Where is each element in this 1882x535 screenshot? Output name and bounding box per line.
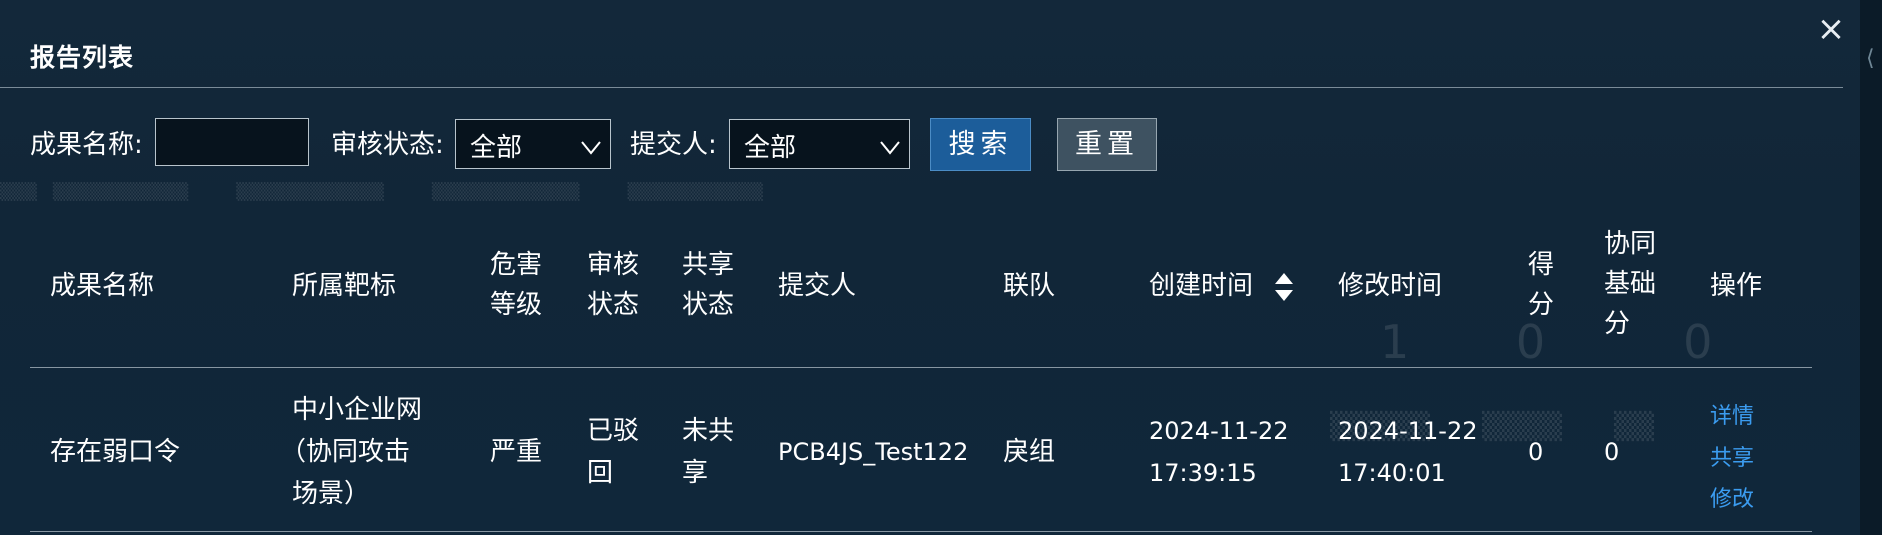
chevron-down-icon [581, 141, 601, 155]
cell-submitter: PCB4JS_Test122 [778, 438, 969, 466]
sort-icon[interactable] [1274, 271, 1294, 303]
review-status-select[interactable]: 全部 [455, 119, 611, 169]
col-header-danger-line1: 危害 [490, 250, 543, 280]
col-header-score-line2: 分 [1528, 290, 1555, 320]
review-status-value: 全部 [470, 133, 523, 163]
report-list-dialog: ⟨ ▒▒▒ ▒▒▒▒▒▒▒▒▒▒▒ ▒▒▒▒▒▒▒▒▒▒▒▒ ▒▒▒▒▒▒▒▒▒… [0, 0, 1882, 535]
col-header-base-line3: 分 [1604, 309, 1631, 339]
cell-created-date: 2024-11-22 [1149, 417, 1289, 445]
submitter-label: 提交人: [630, 130, 717, 160]
cell-danger: 严重 [490, 437, 543, 467]
close-icon[interactable]: × [1816, 12, 1846, 46]
cell-modified-time: 17:40:01 [1338, 459, 1446, 487]
cell-target-line3: 场景） [292, 479, 371, 509]
cell-modified-date: 2024-11-22 [1338, 417, 1478, 445]
col-header-actions: 操作 [1710, 271, 1763, 301]
page-scroll-edge [1860, 0, 1882, 535]
cell-team: 戾组 [1003, 437, 1056, 467]
background-chevron-icon: ⟨ [1866, 46, 1875, 71]
col-header-base-line2: 基础 [1604, 269, 1657, 299]
title-divider [0, 87, 1843, 88]
cell-score: 0 [1528, 438, 1544, 466]
result-name-label: 成果名称: [30, 130, 143, 160]
detail-link[interactable]: 详情 [1710, 398, 1754, 430]
col-header-modified: 修改时间 [1338, 271, 1443, 301]
cell-share-line2: 享 [682, 458, 709, 488]
chevron-down-icon [880, 141, 900, 155]
result-name-input[interactable] [155, 118, 309, 166]
background-tabs-faded: ▒▒▒ ▒▒▒▒▒▒▒▒▒▒▒ ▒▒▒▒▒▒▒▒▒▒▒▒ ▒▒▒▒▒▒▒▒▒▒▒… [0, 182, 763, 201]
reset-button[interactable]: 重置 [1057, 118, 1157, 171]
submitter-value: 全部 [744, 133, 797, 163]
cell-created-time: 17:39:15 [1149, 459, 1257, 487]
col-header-share-line2: 状态 [682, 290, 735, 320]
col-header-target: 所属靶标 [292, 271, 397, 301]
col-header-review-line1: 审核 [587, 250, 640, 280]
col-header-team: 联队 [1003, 271, 1056, 301]
cell-target-line1: 中小企业网 [292, 395, 423, 425]
cell-target-line2: （协同攻击 [280, 437, 411, 467]
share-link[interactable]: 共享 [1710, 440, 1754, 472]
col-header-base-line1: 协同 [1604, 229, 1657, 259]
header-divider [30, 367, 1812, 368]
cell-name: 存在弱口令 [50, 437, 181, 467]
edit-link[interactable]: 修改 [1710, 481, 1754, 513]
col-header-name: 成果名称 [50, 271, 155, 301]
col-header-share-line1: 共享 [682, 250, 735, 280]
cell-review-line1: 已驳 [587, 416, 640, 446]
col-header-submitter: 提交人 [778, 271, 857, 301]
cell-base-score: 0 [1604, 438, 1620, 466]
dialog-title: 报告列表 [30, 43, 135, 72]
cell-review-line2: 回 [587, 458, 614, 488]
submitter-select[interactable]: 全部 [729, 119, 910, 169]
cell-share-line1: 未共 [682, 416, 735, 446]
col-header-danger-line2: 等级 [490, 290, 543, 320]
row-divider [30, 531, 1812, 532]
col-header-review-line2: 状态 [587, 290, 640, 320]
col-header-created[interactable]: 创建时间 [1149, 266, 1253, 306]
search-button[interactable]: 搜索 [930, 118, 1031, 171]
col-header-score-line1: 得 [1528, 250, 1555, 280]
review-status-label: 审核状态: [331, 130, 444, 160]
